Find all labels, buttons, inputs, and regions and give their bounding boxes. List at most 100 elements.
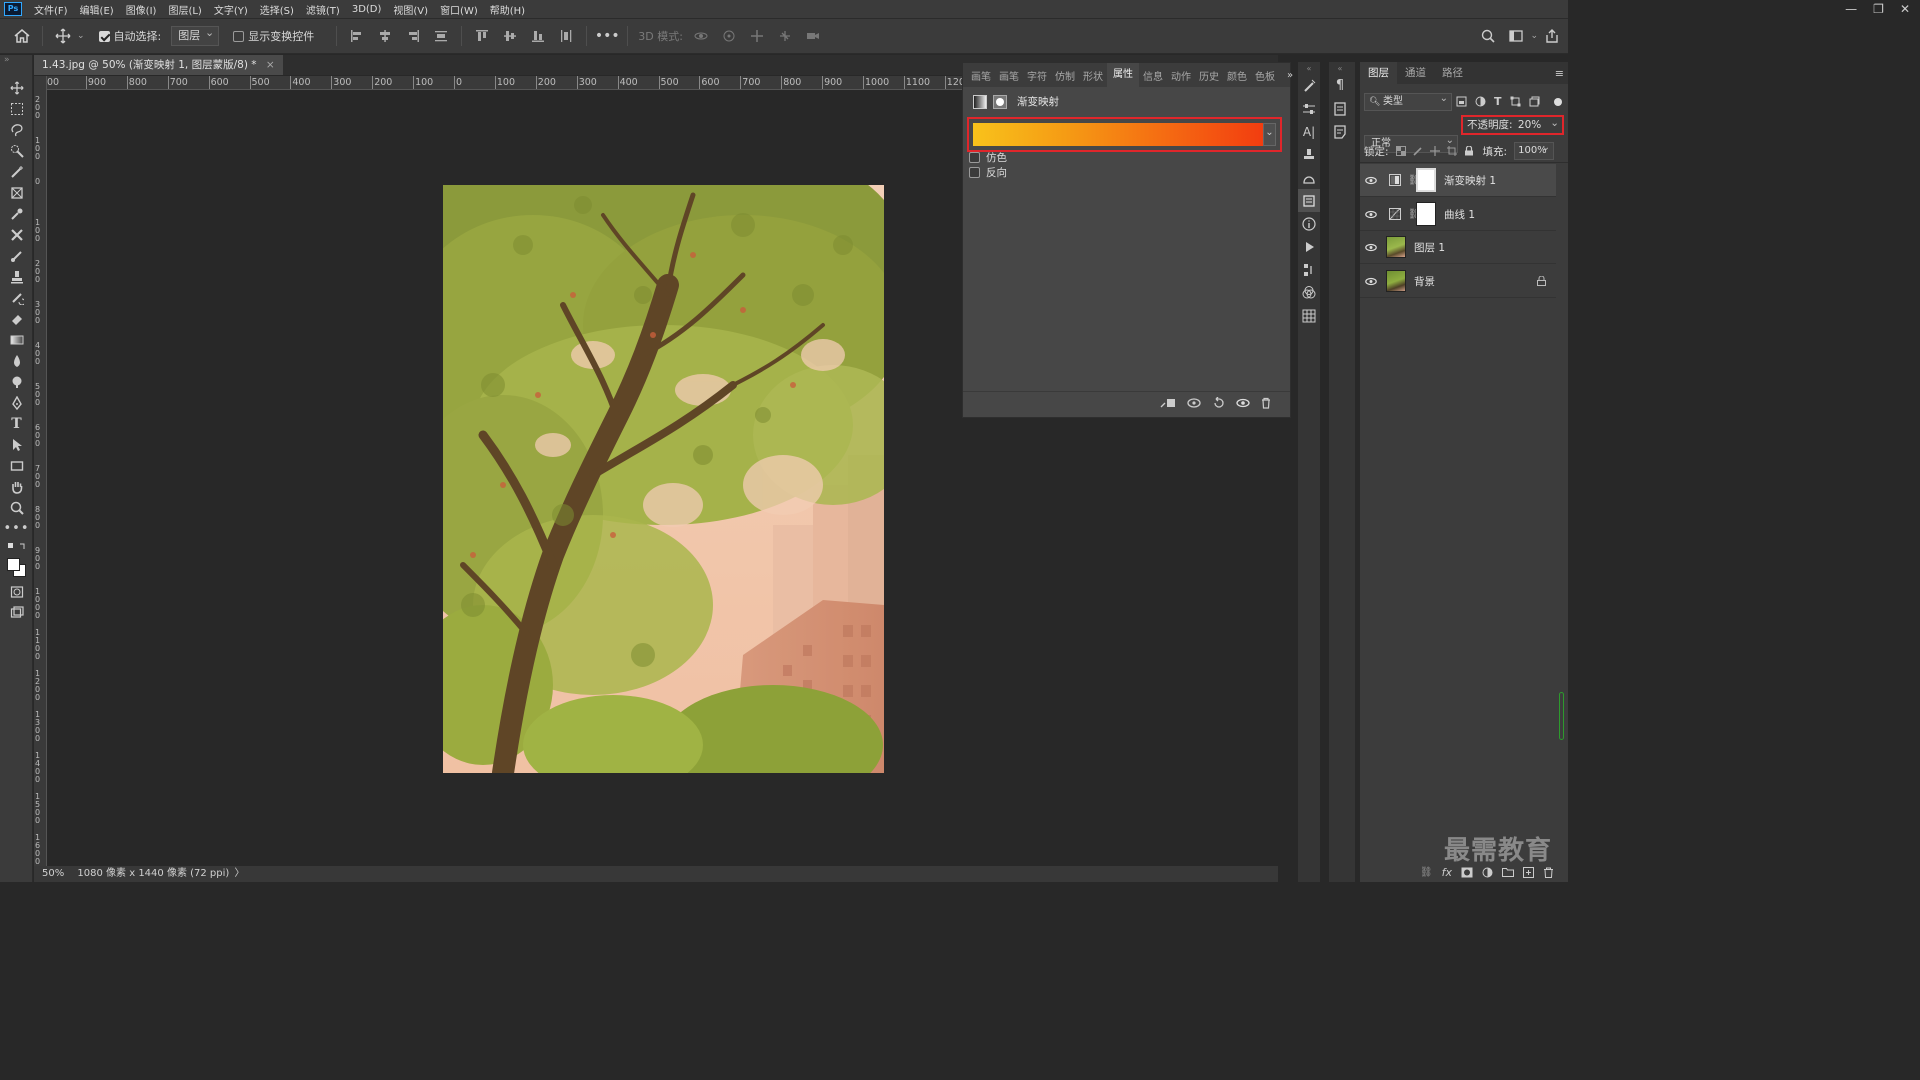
new-group-icon[interactable] xyxy=(1502,867,1514,877)
tab-shapes[interactable]: 形状 xyxy=(1079,68,1107,83)
close-tab-icon[interactable]: × xyxy=(266,59,275,71)
visibility-eye-icon[interactable] xyxy=(1360,176,1382,185)
tab-paths[interactable]: 路径 xyxy=(1434,62,1471,84)
distribute-vertical-icon[interactable] xyxy=(431,26,451,46)
visibility-eye-icon[interactable] xyxy=(1236,397,1250,409)
lock-artboard-icon[interactable] xyxy=(1446,146,1457,156)
panel-scrollbar[interactable] xyxy=(1559,692,1564,740)
tab-swatches[interactable]: 色板 xyxy=(1251,68,1279,83)
lock-position-icon[interactable] xyxy=(1429,146,1440,156)
layer-row[interactable]: 背景 xyxy=(1360,265,1556,298)
3d-roll-icon[interactable] xyxy=(719,26,739,46)
minimize-button[interactable]: — xyxy=(1845,2,1857,16)
layer-thumbnail[interactable] xyxy=(1386,236,1406,258)
collapse-icon[interactable]: « xyxy=(1329,62,1351,74)
menu-edit[interactable]: 编辑(E) xyxy=(74,2,120,17)
3d-slide-icon[interactable] xyxy=(775,26,795,46)
menu-select[interactable]: 选择(S) xyxy=(254,2,300,17)
menu-layer[interactable]: 图层(L) xyxy=(162,2,207,17)
zoom-tool[interactable] xyxy=(0,497,33,518)
link-chain-icon[interactable]: ⛓︎ xyxy=(1408,175,1421,186)
menu-3d[interactable]: 3D(D) xyxy=(346,4,388,15)
path-select-tool[interactable] xyxy=(0,434,33,455)
share-icon[interactable] xyxy=(1542,26,1562,46)
align-bottom-icon[interactable] xyxy=(528,26,548,46)
healing-tool[interactable] xyxy=(0,224,33,245)
eyedropper-tool[interactable] xyxy=(0,203,33,224)
gradient-preview[interactable] xyxy=(973,123,1263,146)
opacity-control-highlight[interactable]: 不透明度: 20% ⌄ xyxy=(1461,115,1564,135)
brush-tool[interactable] xyxy=(0,245,33,266)
visibility-eye-icon[interactable] xyxy=(1360,277,1382,286)
foreground-color-swatch[interactable] xyxy=(6,558,20,571)
reset-icon[interactable] xyxy=(1212,396,1226,409)
align-middle-icon[interactable] xyxy=(500,26,520,46)
document-tab[interactable]: 1.43.jpg @ 50% (渐变映射 1, 图层蒙版/8) * × xyxy=(34,55,283,75)
hand-tool[interactable] xyxy=(0,476,33,497)
menu-filter[interactable]: 滤镜(T) xyxy=(300,2,346,17)
clone-stamp-tool[interactable] xyxy=(0,266,33,287)
character-icon[interactable]: A| xyxy=(1298,120,1320,143)
filter-smart-object-icon[interactable] xyxy=(1529,96,1540,107)
tab-actions[interactable]: 动作 xyxy=(1167,68,1195,83)
tab-color[interactable]: 颜色 xyxy=(1223,68,1251,83)
delete-icon[interactable] xyxy=(1260,397,1272,409)
collapse-icon[interactable]: « xyxy=(1298,62,1320,74)
layer-name[interactable]: 曲线 1 xyxy=(1444,207,1475,222)
quick-mask-icon[interactable] xyxy=(0,581,33,602)
move-tool-icon[interactable] xyxy=(53,26,73,46)
delete-layer-icon[interactable] xyxy=(1543,867,1554,878)
tab-brushes[interactable]: 画笔 xyxy=(995,68,1023,83)
default-colors-icon[interactable] xyxy=(0,539,33,555)
tab-info[interactable]: 信息 xyxy=(1139,68,1167,83)
lock-image-icon[interactable] xyxy=(1412,146,1423,156)
view-previous-icon[interactable] xyxy=(1186,397,1202,409)
info-icon[interactable] xyxy=(1298,212,1320,235)
chevron-down-icon[interactable]: ⌄ xyxy=(1550,115,1559,131)
filter-toggle-icon[interactable] xyxy=(1553,97,1562,106)
align-left-icon[interactable] xyxy=(347,26,367,46)
menu-image[interactable]: 图像(I) xyxy=(120,2,163,17)
filter-adjustment-icon[interactable] xyxy=(1475,96,1486,107)
auto-select-target-dropdown[interactable]: 图层 xyxy=(171,24,220,46)
3d-pan-icon[interactable] xyxy=(747,26,767,46)
menu-type[interactable]: 文字(Y) xyxy=(208,2,254,17)
layer-mask-thumbnail[interactable] xyxy=(1416,168,1436,192)
chevron-down-icon[interactable]: ⌄ xyxy=(77,31,85,41)
move-tool[interactable] xyxy=(0,77,33,98)
filter-type-icon[interactable]: T xyxy=(1494,95,1502,108)
blur-tool[interactable] xyxy=(0,350,33,371)
tab-brush-settings[interactable]: 画笔 xyxy=(967,68,995,83)
menu-view[interactable]: 视图(V) xyxy=(387,2,434,17)
clone-source-icon[interactable] xyxy=(1298,143,1320,166)
tab-clone-source[interactable]: 仿制 xyxy=(1051,68,1079,83)
layer-mask-thumbnail[interactable] xyxy=(1416,202,1436,226)
color-icon[interactable] xyxy=(1298,281,1320,304)
filter-pixel-icon[interactable] xyxy=(1456,96,1467,107)
layer-name[interactable]: 图层 1 xyxy=(1414,240,1445,255)
visibility-eye-icon[interactable] xyxy=(1360,210,1382,219)
reverse-checkbox[interactable] xyxy=(969,167,980,178)
properties-icon[interactable] xyxy=(1298,189,1320,212)
gradient-tool[interactable] xyxy=(0,329,33,350)
status-menu-arrow[interactable]: 〉 xyxy=(235,868,245,879)
document-image[interactable] xyxy=(443,185,884,773)
layer-thumbnail[interactable] xyxy=(1386,270,1406,292)
tab-properties[interactable]: 属性 xyxy=(1107,63,1139,87)
3d-camera-icon[interactable] xyxy=(803,26,823,46)
auto-select-checkbox[interactable] xyxy=(98,30,110,42)
add-mask-icon[interactable] xyxy=(1461,867,1473,878)
swatches-icon[interactable] xyxy=(1298,304,1320,327)
edit-toolbar-icon[interactable]: ••• xyxy=(0,518,33,539)
link-chain-icon[interactable]: ⛓︎ xyxy=(1408,209,1421,220)
more-tabs-icon[interactable]: » xyxy=(1283,70,1297,81)
panel-menu-icon[interactable]: ≡ xyxy=(1555,67,1568,80)
actions-play-icon[interactable] xyxy=(1298,235,1320,258)
lock-transparent-icon[interactable] xyxy=(1395,146,1406,156)
show-transform-checkbox[interactable] xyxy=(233,30,245,42)
filter-shape-icon[interactable] xyxy=(1510,96,1521,107)
paragraph-icon[interactable]: ¶ xyxy=(1329,74,1351,97)
zoom-level[interactable]: 50% xyxy=(42,868,64,879)
fill-value[interactable]: 100% xyxy=(1514,140,1555,160)
tab-history[interactable]: 历史 xyxy=(1195,68,1223,83)
